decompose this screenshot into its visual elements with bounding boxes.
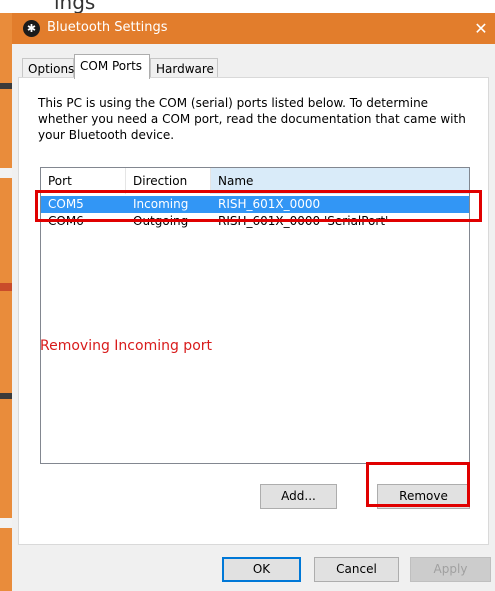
background-title-text: ings (54, 0, 96, 13)
edge-mark (0, 283, 12, 291)
column-header-port[interactable]: Port (41, 168, 126, 194)
add-button[interactable]: Add... (260, 484, 337, 509)
background-window-edge (0, 13, 12, 591)
column-header-name[interactable]: Name (211, 168, 469, 194)
tab-com-ports[interactable]: COM Ports (74, 54, 150, 79)
edge-mark (0, 393, 12, 399)
edge-mark (0, 83, 12, 89)
edge-mark (0, 518, 12, 528)
annotation-text: Removing Incoming port (40, 338, 212, 354)
apply-button[interactable]: Apply (410, 557, 491, 582)
ok-button[interactable]: OK (222, 557, 301, 582)
list-header: Port Direction Name (41, 168, 469, 194)
cell-direction: Outgoing (133, 214, 189, 228)
list-row-com6[interactable]: COM6 Outgoing RISH_601X_0000 'SerialPort… (41, 213, 469, 230)
remove-button[interactable]: Remove (377, 484, 470, 509)
window-title: Bluetooth Settings (47, 20, 168, 35)
column-header-direction[interactable]: Direction (126, 168, 211, 194)
cell-port: COM5 (48, 197, 84, 211)
background-window-title-fragment: ings (0, 0, 495, 13)
cell-port: COM6 (48, 214, 84, 228)
tab-hardware[interactable]: Hardware (150, 58, 218, 78)
cell-direction: Incoming (133, 197, 189, 211)
tab-options[interactable]: Options (22, 58, 74, 78)
close-button[interactable]: ✕ (467, 13, 495, 44)
bluetooth-icon: ✱ (23, 20, 40, 37)
description-text: This PC is using the COM (serial) ports … (38, 96, 466, 142)
edge-mark (0, 168, 12, 178)
tab-strip: Options COM Ports Hardware (12, 54, 495, 79)
cell-name: RISH_601X_0000 (218, 197, 321, 211)
cancel-button[interactable]: Cancel (314, 557, 399, 582)
com-port-list[interactable]: Port Direction Name COM5 Incoming RISH_6… (40, 167, 470, 464)
list-row-com5[interactable]: COM5 Incoming RISH_601X_0000 (41, 196, 469, 213)
cell-name: RISH_601X_0000 'SerialPort' (218, 214, 389, 228)
bluetooth-settings-dialog: ✱ Bluetooth Settings ✕ Options COM Ports… (12, 13, 495, 591)
com-ports-panel: This PC is using the COM (serial) ports … (18, 77, 489, 545)
title-bar[interactable]: ✱ Bluetooth Settings ✕ (12, 13, 495, 44)
